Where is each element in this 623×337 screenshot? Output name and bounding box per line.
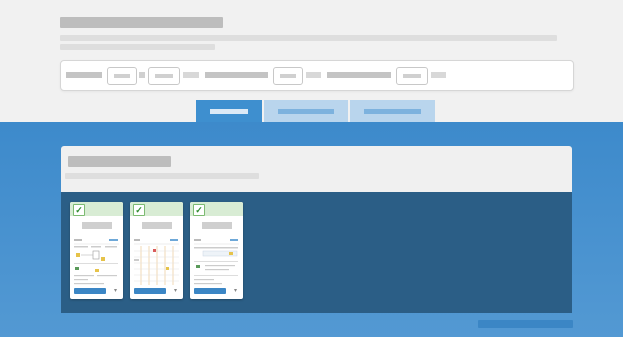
filter-separator — [139, 72, 145, 78]
page-title — [60, 17, 223, 28]
page-description-line-1 — [60, 35, 557, 41]
card[interactable]: ✓ ▾ — [130, 202, 183, 299]
card[interactable]: ✓ ▾ — [70, 202, 123, 299]
card-title — [202, 222, 232, 229]
card-header: ✓ — [70, 202, 123, 216]
card-title — [142, 222, 172, 229]
filter-label-1 — [66, 72, 102, 78]
card[interactable]: ✓ ▾ — [190, 202, 243, 299]
panel-title — [68, 156, 171, 167]
card-action-button[interactable] — [194, 288, 226, 294]
filter-label-3 — [205, 72, 268, 78]
tab-3[interactable] — [350, 100, 435, 123]
filter-select-3[interactable] — [273, 67, 303, 85]
chevron-down-icon[interactable]: ▾ — [172, 288, 179, 294]
tab-1[interactable] — [196, 100, 262, 123]
card-title — [82, 222, 112, 229]
filter-label-4 — [327, 72, 391, 78]
card-action-button[interactable] — [74, 288, 106, 294]
card-thumbnail — [134, 239, 179, 285]
filter-select-2[interactable] — [148, 67, 180, 85]
filter-select-1[interactable] — [107, 67, 137, 85]
card-thumbnail — [74, 239, 119, 285]
panel-header — [61, 146, 572, 192]
card-header: ✓ — [190, 202, 243, 216]
card-thumbnail — [194, 239, 239, 285]
filter-bar — [60, 60, 574, 91]
tab-2[interactable] — [264, 100, 348, 123]
chevron-down-icon[interactable]: ▾ — [232, 288, 239, 294]
check-icon[interactable]: ✓ — [133, 204, 145, 216]
chevron-down-icon[interactable]: ▾ — [112, 288, 119, 294]
filter-label-2 — [183, 72, 199, 78]
filter-select-4[interactable] — [396, 67, 428, 85]
card-header: ✓ — [130, 202, 183, 216]
check-icon[interactable]: ✓ — [73, 204, 85, 216]
footer-link[interactable] — [478, 320, 573, 328]
filter-label-3b — [306, 72, 321, 78]
card-action-button[interactable] — [134, 288, 166, 294]
panel-subtitle — [65, 173, 259, 179]
check-icon[interactable]: ✓ — [193, 204, 205, 216]
page-description-line-2 — [60, 44, 215, 50]
filter-label-4b — [431, 72, 446, 78]
